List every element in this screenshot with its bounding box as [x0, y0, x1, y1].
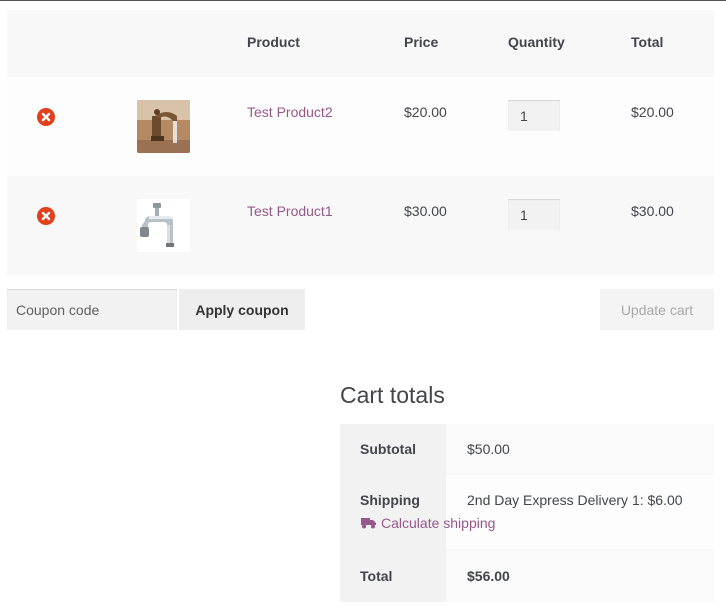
calculate-shipping-label: Calculate shipping	[381, 515, 496, 531]
truck-icon	[361, 517, 376, 528]
remove-item-icon[interactable]	[37, 108, 55, 126]
table-row: Test Product1 $30.00 $30.00	[7, 176, 714, 275]
shipping-row: Shipping 2nd Day Express Delivery 1: $6.…	[340, 475, 714, 549]
quantity-input[interactable]	[508, 100, 560, 131]
product-name-link[interactable]: Test Product2	[247, 104, 333, 120]
total-row: Total $56.00	[340, 549, 714, 602]
total-label: Total	[360, 568, 393, 584]
quantity-field	[508, 199, 560, 230]
product-price: $30.00	[404, 203, 447, 219]
subtotal-row: Subtotal $50.00	[340, 424, 714, 475]
product-price: $20.00	[404, 104, 447, 120]
apply-coupon-button[interactable]: Apply coupon	[179, 289, 305, 330]
product-name-link[interactable]: Test Product1	[247, 203, 333, 219]
cart-totals-title: Cart totals	[340, 382, 445, 408]
table-row: Test Product2 $20.00 $20.00	[7, 77, 714, 176]
coupon-code-input[interactable]	[7, 289, 177, 330]
calculate-shipping-link[interactable]: Calculate shipping	[361, 515, 495, 531]
header-price: Price	[404, 34, 439, 50]
top-border	[0, 0, 726, 1]
header-total: Total	[631, 34, 664, 50]
header-quantity: Quantity	[508, 34, 565, 50]
subtotal-value: $50.00	[467, 441, 510, 457]
update-cart-button[interactable]: Update cart	[600, 289, 714, 330]
product-thumbnail[interactable]	[137, 199, 190, 252]
remove-item-icon[interactable]	[37, 207, 55, 225]
quantity-field	[508, 100, 560, 131]
cart-table: Product Price Quantity Total Test Produc…	[7, 10, 714, 275]
order-total-value: $56.00	[467, 568, 510, 584]
product-subtotal: $20.00	[631, 104, 674, 120]
shipping-label: Shipping	[360, 492, 420, 508]
chrome-tap-image	[137, 199, 190, 252]
product-subtotal: $30.00	[631, 203, 674, 219]
header-product: Product	[247, 34, 300, 50]
shipping-method: 2nd Day Express Delivery 1: $6.00	[467, 492, 683, 508]
quantity-input[interactable]	[508, 199, 560, 230]
brass-faucet-image	[137, 100, 190, 153]
subtotal-label: Subtotal	[360, 441, 416, 457]
product-thumbnail[interactable]	[137, 100, 190, 153]
cart-totals-table: Subtotal $50.00 Shipping 2nd Day Express…	[340, 424, 714, 602]
table-header: Product Price Quantity Total	[7, 10, 714, 77]
